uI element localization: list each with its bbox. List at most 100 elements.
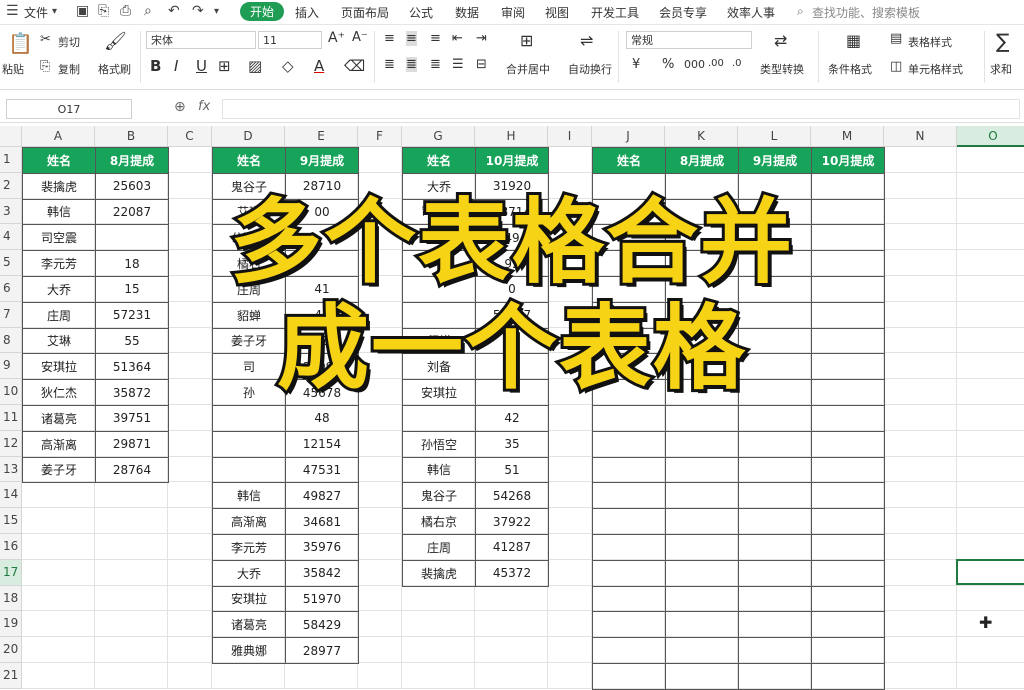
cell[interactable] (475, 379, 549, 406)
cell[interactable] (811, 353, 885, 381)
cell[interactable] (811, 379, 885, 406)
font-name-select[interactable]: 宋体 (146, 31, 256, 49)
cell[interactable] (738, 250, 812, 277)
row-header-5[interactable]: 5 (0, 250, 22, 276)
cell[interactable] (811, 430, 885, 458)
cell[interactable] (285, 224, 359, 252)
cell[interactable] (738, 275, 812, 303)
cell[interactable] (665, 430, 739, 458)
cell[interactable] (592, 585, 666, 613)
column-header-F[interactable]: F (358, 126, 402, 147)
cell[interactable] (811, 533, 885, 561)
column-header-G[interactable]: G (402, 126, 475, 147)
cell[interactable]: 貂蝉 (402, 327, 476, 355)
cell[interactable] (592, 379, 666, 406)
format-painter-icon[interactable]: 🖌 (104, 31, 127, 52)
cell[interactable]: 艾琳 (212, 198, 286, 226)
row-header-9[interactable]: 9 (0, 353, 22, 380)
cell[interactable] (212, 456, 286, 484)
cell[interactable]: 42 (475, 404, 549, 432)
cut-button[interactable]: 剪切 (58, 34, 80, 50)
row-header-8[interactable]: 8 (0, 327, 22, 354)
cell[interactable] (665, 379, 739, 406)
cell[interactable]: 31920 (475, 172, 549, 200)
cell[interactable] (738, 327, 812, 355)
cell[interactable]: 公孙离 (212, 224, 286, 252)
cell[interactable] (811, 275, 885, 303)
cell-style-icon[interactable]: ◫ (890, 59, 902, 74)
cell[interactable]: 41 (285, 275, 359, 303)
cell[interactable] (738, 611, 812, 639)
cell[interactable]: 艾琳 (22, 327, 96, 355)
row-header-4[interactable]: 4 (0, 224, 22, 251)
fill-color-icon[interactable]: ◇ (282, 57, 294, 75)
cell[interactable] (665, 662, 739, 690)
cell[interactable]: 37922 (475, 508, 549, 535)
table-style-icon[interactable]: ▤ (890, 31, 902, 46)
cell[interactable] (811, 482, 885, 510)
cell[interactable] (95, 224, 169, 252)
cell[interactable] (665, 275, 739, 303)
cell[interactable]: 鬼谷子 (212, 172, 286, 200)
sheet-grid[interactable]: A B C D E F G H I J K L M N O 1 2 3 4 5 6 7 8 9 10 11 12 13 14 15 16 17… (0, 126, 1024, 690)
cell[interactable] (738, 172, 812, 200)
border-icon[interactable]: ⊞ (218, 57, 231, 75)
tab-member[interactable]: 会员专享 (659, 4, 707, 21)
row-header-20[interactable]: 20 (0, 637, 22, 663)
cell[interactable] (738, 662, 812, 690)
cell[interactable]: 35976 (285, 533, 359, 561)
cell[interactable] (665, 301, 739, 329)
wrap-text-button[interactable]: 自动换行 (568, 61, 612, 77)
column-header-L[interactable]: L (738, 126, 811, 147)
print-icon[interactable]: ⎙ (120, 3, 131, 19)
cell[interactable]: 48 (285, 404, 359, 432)
fx-icon[interactable]: fx (198, 99, 210, 114)
cell[interactable]: 35 (475, 430, 549, 458)
cell[interactable] (665, 456, 739, 484)
table-style-button[interactable]: 表格样式 (908, 34, 952, 50)
tab-developer[interactable]: 开发工具 (591, 4, 639, 21)
distribute-icon[interactable]: ⊟ (476, 57, 487, 72)
cell[interactable]: 29998 (285, 353, 359, 381)
column-header-H[interactable]: H (475, 126, 548, 147)
cell[interactable] (811, 404, 885, 432)
cell[interactable] (738, 198, 812, 226)
column-header-A[interactable]: A (22, 126, 95, 147)
cell[interactable]: 49 (475, 224, 549, 252)
cell[interactable]: 46 (285, 301, 359, 329)
tab-home[interactable]: 开始 (240, 2, 285, 21)
row-header-16[interactable]: 16 (0, 534, 22, 560)
cell[interactable] (811, 250, 885, 277)
cell[interactable]: 司空震 (22, 224, 96, 252)
cell[interactable]: 韩信 (212, 482, 286, 510)
row-header-7[interactable]: 7 (0, 301, 22, 328)
type-convert-icon[interactable]: ⇄ (774, 31, 787, 50)
cell[interactable] (665, 353, 739, 381)
cell[interactable]: 34681 (285, 508, 359, 535)
cell[interactable] (592, 404, 666, 432)
cell[interactable]: 35842 (285, 559, 359, 587)
cell[interactable]: 0 (475, 275, 549, 303)
cell[interactable]: 51970 (285, 585, 359, 613)
increase-decimal-icon[interactable]: .00 (708, 58, 724, 69)
align-left-icon[interactable]: ≣ (384, 57, 395, 72)
cell[interactable]: 15 (95, 275, 169, 303)
column-header-C[interactable]: C (168, 126, 212, 147)
preview-icon[interactable]: ⌕ (144, 3, 152, 19)
cell[interactable] (592, 508, 666, 535)
indent-decrease-icon[interactable]: ⇤ (452, 31, 463, 46)
save-icon[interactable]: ▣ (76, 3, 89, 19)
cell[interactable] (592, 275, 666, 303)
cell[interactable] (811, 662, 885, 690)
indent-increase-icon[interactable]: ⇥ (476, 31, 487, 46)
row-header-14[interactable]: 14 (0, 482, 22, 509)
cell[interactable]: 38714 (475, 198, 549, 226)
justify-icon[interactable]: ☰ (452, 57, 464, 72)
clear-icon[interactable]: ⌫ (344, 57, 365, 75)
number-format-select[interactable]: 常规 (626, 31, 752, 49)
row-header-11[interactable]: 11 (0, 405, 22, 431)
undo-icon[interactable]: ↶ (168, 3, 180, 19)
row-header-15[interactable]: 15 (0, 508, 22, 534)
cell[interactable]: 貂蝉 (212, 301, 286, 329)
percent-icon[interactable]: % (662, 57, 674, 72)
